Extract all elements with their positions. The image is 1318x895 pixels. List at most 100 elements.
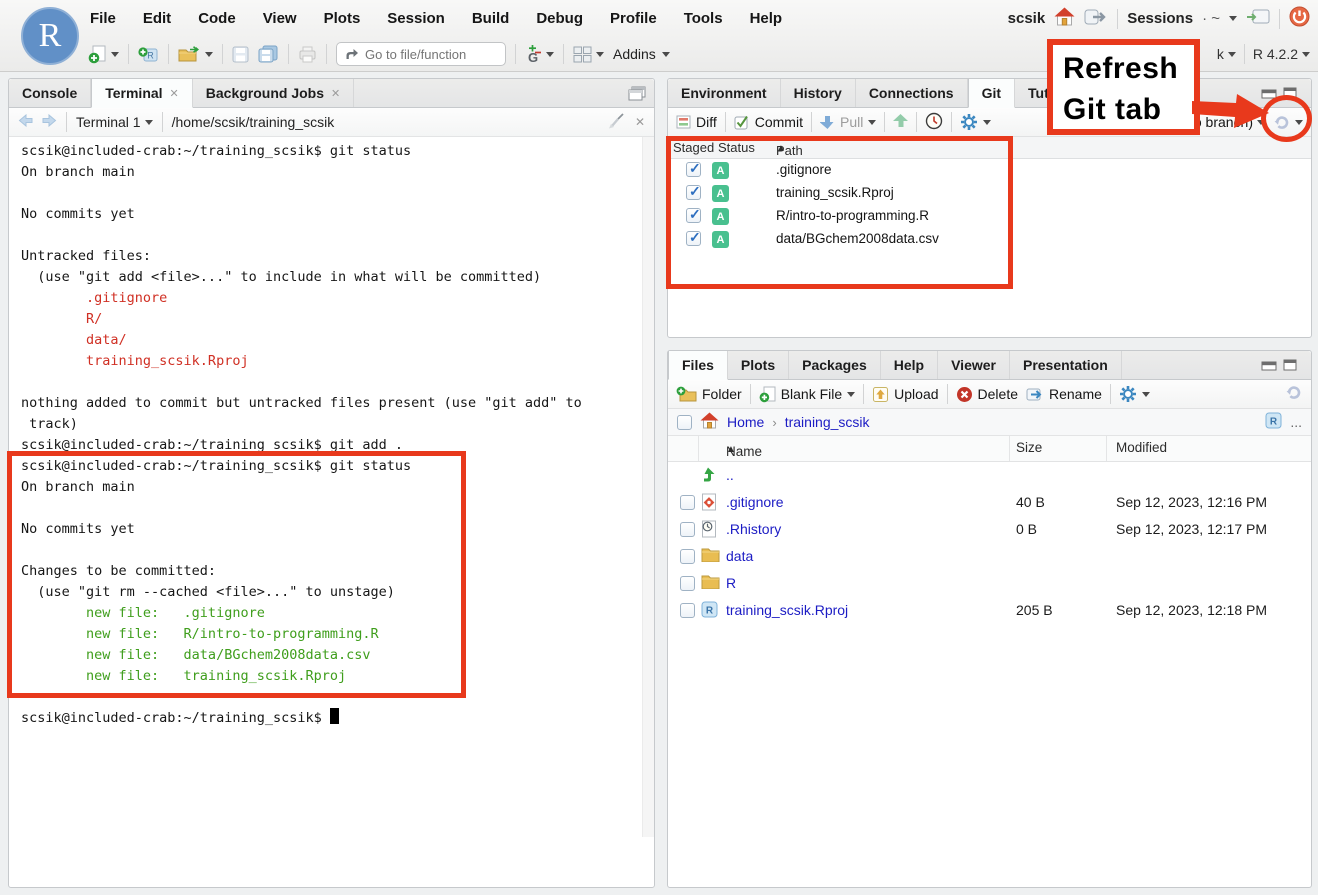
maximize-icon[interactable]	[1283, 87, 1297, 99]
panes-icon[interactable]	[628, 86, 646, 101]
tab-git[interactable]: Git	[968, 79, 1015, 108]
tab-connections[interactable]: Connections	[856, 79, 968, 107]
blank-file-button[interactable]: Blank File	[759, 386, 855, 403]
staged-checkbox[interactable]	[686, 208, 701, 223]
version-control-button[interactable]: G	[525, 45, 554, 64]
quit-session-icon[interactable]	[1289, 6, 1310, 31]
terminal-scrollbar[interactable]	[642, 137, 654, 837]
git-file-row[interactable]: Adata/BGchem2008data.csv	[668, 228, 1311, 251]
tab-files[interactable]: Files	[668, 351, 728, 380]
close-tab-icon[interactable]: ✕	[331, 87, 340, 100]
git-file-row[interactable]: AR/intro-to-programming.R	[668, 205, 1311, 228]
column-modified[interactable]: Modified	[1116, 440, 1167, 455]
sessions-label[interactable]: Sessions	[1127, 10, 1193, 27]
menu-debug[interactable]: Debug	[536, 10, 583, 27]
chevron-down-icon[interactable]	[596, 52, 604, 57]
file-name[interactable]: .gitignore	[726, 494, 784, 510]
file-row[interactable]: Rtraining_scsik.Rproj205 BSep 12, 2023, …	[668, 597, 1311, 624]
close-terminal-icon[interactable]: ✕	[635, 115, 645, 129]
save-button[interactable]	[232, 46, 249, 63]
history-button[interactable]	[925, 112, 943, 133]
tab-background-jobs[interactable]: Background Jobs✕	[193, 79, 354, 107]
column-staged[interactable]: Staged	[673, 140, 714, 155]
workspace-panes-button[interactable]	[573, 46, 604, 63]
tab-history[interactable]: History	[781, 79, 856, 107]
menu-file[interactable]: File	[90, 10, 116, 27]
open-file-button[interactable]	[178, 46, 213, 63]
diff-button[interactable]: Diff	[676, 114, 717, 130]
clear-terminal-icon[interactable]	[608, 113, 625, 132]
git-file-row[interactable]: Atraining_scsik.Rproj	[668, 182, 1311, 205]
rproj-indicator-icon[interactable]: R	[1265, 412, 1282, 432]
chevron-down-icon[interactable]	[1229, 16, 1237, 21]
r-version-button[interactable]: R 4.2.2	[1253, 46, 1310, 62]
minimize-icon[interactable]	[1261, 359, 1277, 371]
file-row[interactable]: .Rhistory0 BSep 12, 2023, 12:17 PM	[668, 516, 1311, 543]
menu-help[interactable]: Help	[750, 10, 783, 27]
breadcrumb-project[interactable]: training_scsik	[785, 414, 870, 430]
file-name[interactable]: R	[726, 575, 736, 591]
select-all-checkbox[interactable]	[677, 415, 692, 430]
upload-button[interactable]: Upload	[872, 386, 938, 403]
tab-environment[interactable]: Environment	[668, 79, 781, 107]
file-name[interactable]: ..	[726, 467, 734, 483]
menu-code[interactable]: Code	[198, 10, 236, 27]
new-folder-button[interactable]: Folder	[676, 386, 742, 402]
breadcrumb-more-button[interactable]: ...	[1290, 414, 1302, 430]
menu-edit[interactable]: Edit	[143, 10, 171, 27]
pull-button[interactable]: Pull	[820, 114, 876, 130]
column-status[interactable]: Status	[718, 140, 755, 155]
push-button[interactable]	[893, 113, 908, 131]
print-button[interactable]	[298, 46, 317, 63]
goto-file-search[interactable]	[336, 42, 506, 66]
terminal-forward-icon[interactable]	[42, 114, 57, 130]
tab-packages[interactable]: Packages	[789, 351, 881, 379]
git-file-row[interactable]: A.gitignore	[668, 159, 1311, 182]
menu-plots[interactable]: Plots	[324, 10, 361, 27]
menu-build[interactable]: Build	[472, 10, 510, 27]
file-name[interactable]: training_scsik.Rproj	[726, 602, 848, 618]
file-checkbox[interactable]	[680, 495, 695, 510]
file-row[interactable]: .gitignore40 BSep 12, 2023, 12:16 PM	[668, 489, 1311, 516]
refresh-git-button[interactable]	[1272, 114, 1303, 131]
file-name[interactable]: .Rhistory	[726, 521, 781, 537]
files-more-button[interactable]	[1119, 385, 1150, 403]
tab-terminal[interactable]: Terminal✕	[91, 79, 193, 108]
tab-plots[interactable]: Plots	[728, 351, 789, 379]
terminal-selector[interactable]: Terminal 1	[76, 114, 153, 130]
file-checkbox[interactable]	[680, 549, 695, 564]
chevron-down-icon[interactable]	[205, 52, 213, 57]
menu-profile[interactable]: Profile	[610, 10, 657, 27]
breadcrumb-home[interactable]: Home	[727, 414, 764, 430]
chevron-down-icon[interactable]	[111, 52, 119, 57]
tab-presentation[interactable]: Presentation	[1010, 351, 1122, 379]
staged-checkbox[interactable]	[686, 231, 701, 246]
menu-view[interactable]: View	[263, 10, 297, 27]
goto-file-input[interactable]	[365, 47, 485, 62]
staged-checkbox[interactable]	[686, 162, 701, 177]
git-more-button[interactable]	[960, 113, 991, 131]
staged-checkbox[interactable]	[686, 185, 701, 200]
new-project-button[interactable]: R	[138, 45, 159, 64]
chevron-down-icon[interactable]	[546, 52, 554, 57]
new-session-icon[interactable]	[1246, 9, 1270, 29]
file-row[interactable]: ..	[668, 462, 1311, 489]
tab-viewer[interactable]: Viewer	[938, 351, 1010, 379]
addins-button[interactable]: Addins	[613, 46, 670, 62]
delete-button[interactable]: Delete	[956, 386, 1018, 403]
home-folder-icon[interactable]	[700, 412, 719, 432]
file-checkbox[interactable]	[680, 576, 695, 591]
file-checkbox[interactable]	[680, 522, 695, 537]
column-size[interactable]: Size	[1016, 440, 1042, 455]
tab-help[interactable]: Help	[881, 351, 938, 379]
terminal-back-icon[interactable]	[18, 114, 33, 130]
home-icon[interactable]	[1054, 7, 1075, 30]
project-menu-button[interactable]: k	[1217, 46, 1236, 62]
tab-console[interactable]: Console	[9, 79, 91, 107]
menu-tools[interactable]: Tools	[684, 10, 723, 27]
refresh-files-button[interactable]	[1284, 384, 1303, 404]
menu-session[interactable]: Session	[387, 10, 445, 27]
file-row[interactable]: R	[668, 570, 1311, 597]
save-all-button[interactable]	[258, 45, 279, 63]
sign-out-icon[interactable]	[1084, 8, 1108, 30]
